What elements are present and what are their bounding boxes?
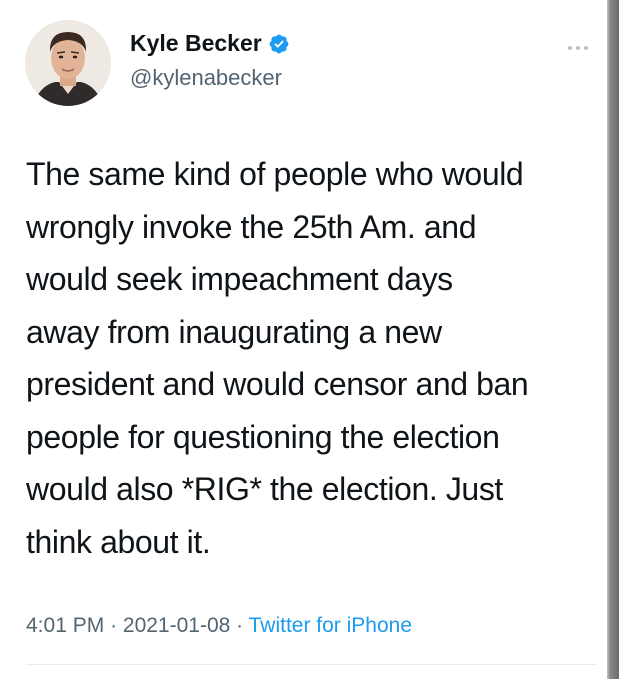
meta-separator: · [236, 614, 249, 637]
tweet-text: The same kind of people who would wrongl… [26, 148, 596, 568]
tweet-text-line: president and would censor and ban [26, 366, 529, 402]
meta-separator: · [110, 614, 123, 637]
avatar[interactable] [25, 20, 111, 106]
tweet-text-line: think about it. [26, 523, 211, 560]
tweet-text-line: wrongly invoke the 25th Am. and [26, 208, 477, 245]
tweet-text-line: people for questioning the election [26, 418, 500, 455]
tweet-text-line: would also *RIG* the election. Just [26, 471, 503, 507]
tweet-text-line: would seek impeachment days [26, 261, 453, 297]
tweet-card: Kyle Becker @kylenabecker The same kind … [0, 0, 607, 679]
tweet-time[interactable]: 4:01 PM [26, 614, 104, 637]
tweet-meta: 4:01 PM · 2021-01-08 · Twitter for iPhon… [26, 614, 412, 638]
author-handle[interactable]: @kylenabecker [130, 65, 282, 91]
tweet-text-line: away from inaugurating a new [26, 313, 442, 350]
author-display-name[interactable]: Kyle Becker [130, 30, 262, 57]
screen-edge [607, 0, 619, 679]
tweet-date[interactable]: 2021-01-08 [123, 614, 230, 637]
more-options-icon[interactable] [566, 40, 590, 50]
tweet-text-line: The same kind of people who would [26, 156, 524, 192]
verified-badge-icon [268, 33, 290, 55]
tweet-source-link[interactable]: Twitter for iPhone [249, 614, 412, 637]
author-name-row: Kyle Becker [130, 30, 290, 57]
divider [26, 664, 596, 665]
